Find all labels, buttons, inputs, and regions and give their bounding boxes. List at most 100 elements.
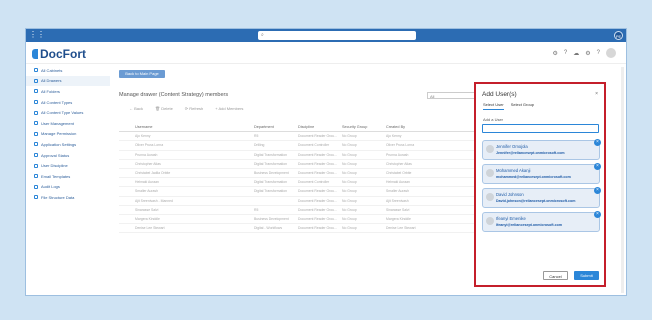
table-row[interactable]: Ajit Sreenivash - Manned Document Reader …: [119, 197, 476, 206]
table-row[interactable]: Smaller Aurash Digital Transformation Docu…: [119, 187, 476, 197]
back-action[interactable]: ← Back: [129, 106, 143, 111]
dialog-tabs: Select User Select Group: [483, 102, 534, 110]
table-cell: Helmaki Auraan: [386, 180, 410, 185]
sidebar-item-audit-logs[interactable]: Audit Logs: [26, 182, 110, 193]
user-email: mohammed@reliancesept.onmicrosoft.com: [496, 175, 571, 179]
header-icons: ⚙ ? ☁ ⚙ ?: [553, 48, 616, 58]
user-name: Jennifer Omojola: [496, 144, 528, 149]
table-cell: No Group: [342, 152, 357, 157]
table-cell: No Group: [342, 134, 357, 139]
main-content: Back to Main Page Manage drawer (Content…: [116, 65, 476, 295]
table-cell: Smaller Aurash: [386, 189, 409, 194]
submit-button[interactable]: Submit: [574, 271, 599, 280]
table-cell: No Group: [342, 198, 357, 203]
table-row[interactable]: Sinarasse Salvi R5 Document Reader Grou...…: [119, 206, 476, 215]
col-header-created-by[interactable]: Created By: [386, 125, 436, 129]
table-row[interactable]: Ajo Kenny R5 Document Reader Grou... No Gro…: [119, 132, 476, 142]
remove-user-icon[interactable]: ×: [594, 211, 601, 218]
sidebar-item-permission[interactable]: Manage Permission: [26, 129, 110, 140]
people-icon: [34, 163, 38, 168]
user-card: Ifeanyi Emenike Ifeanyi@reliancesept.onm…: [482, 211, 601, 232]
scrollbar[interactable]: [621, 67, 624, 293]
table-cell: R5: [254, 134, 259, 139]
remove-user-icon[interactable]: ×: [594, 163, 601, 170]
settings-icon[interactable]: ⚙: [553, 50, 558, 57]
sidebar-item-user-management[interactable]: User Management: [26, 118, 110, 129]
sidebar-item-approval-status[interactable]: Approval Status: [26, 150, 110, 161]
user-name: Mohammed Akanji: [496, 168, 531, 173]
user-email: Ifeanyi@reliancesept.onmicrosoft.com: [496, 223, 563, 227]
avatar[interactable]: [606, 48, 616, 58]
table-cell: Document Reader Grou...: [298, 134, 337, 139]
back-to-main-button[interactable]: Back to Main Page: [119, 70, 165, 78]
user-icon: [34, 121, 38, 126]
refresh-action[interactable]: ⟳ Refresh: [185, 106, 203, 111]
table-cell: Ajit Sreenivash - Manned: [135, 198, 173, 203]
table-cell: Digital Transformation: [254, 152, 287, 157]
table-row[interactable]: Prunna Aurash Digital Transformation Docum…: [119, 151, 476, 160]
sidebar-item-content-types[interactable]: All Content Types: [26, 97, 110, 108]
user-card: Jennifer Omojola Jennifer@reliancesept.o…: [482, 139, 601, 160]
avatar: [486, 169, 494, 177]
table-row[interactable]: Margera Kinddle Business Development Docum…: [119, 215, 476, 225]
remove-user-icon[interactable]: ×: [594, 139, 601, 146]
cancel-button[interactable]: Cancel: [543, 271, 568, 280]
table-cell: No Group: [342, 207, 357, 212]
sidebar-item-content-type-values[interactable]: All Content Type Values: [26, 107, 110, 118]
table-cell: Oliver Pruss Lorna: [386, 143, 415, 148]
table-row[interactable]: Helmaki Auraan Digital Transformation Docu…: [119, 178, 476, 188]
file-icon: [34, 195, 38, 200]
add-user-input[interactable]: [482, 124, 599, 133]
help-icon[interactable]: ?: [564, 50, 567, 56]
profile-badge[interactable]: PE: [614, 31, 623, 40]
table-cell: Oliver Pruss Lorna: [135, 143, 164, 148]
table-cell: No Group: [342, 216, 357, 221]
delete-action[interactable]: 🗑 Delete: [155, 106, 173, 111]
sidebar-item-folders[interactable]: All Folders: [26, 86, 110, 97]
search-icon: ⌕: [261, 32, 264, 38]
col-header-username[interactable]: Username: [119, 125, 254, 129]
table-row[interactable]: Christabel Jadila Orbite Business Develop…: [119, 169, 476, 179]
sidebar-item-cabinets[interactable]: All Cabinets: [26, 65, 110, 76]
table-cell: R5: [254, 207, 259, 212]
close-icon[interactable]: ×: [595, 91, 598, 97]
list-icon: [34, 110, 38, 115]
table-cell: Christopher Atlas: [135, 161, 161, 166]
sidebar-item-drawers[interactable]: All Drawers: [26, 75, 110, 87]
sidebar-item-user-discipline[interactable]: User Discipline: [26, 160, 110, 171]
table-header: Username Department Discipline Security …: [119, 123, 476, 133]
tab-select-user[interactable]: Select User: [483, 102, 504, 110]
table-cell: Drilling: [254, 143, 265, 148]
col-header-discipline[interactable]: Discipline: [298, 125, 342, 129]
cloud-icon[interactable]: ☁: [573, 50, 579, 57]
filter-select[interactable]: All: [427, 92, 476, 99]
sidebar-item-label: Approval Status: [41, 152, 70, 158]
sidebar-item-label: All Drawers: [41, 78, 62, 84]
folder-icon: [34, 89, 38, 94]
table-cell: Digital Transformation: [254, 189, 287, 194]
table-cell: Document Reader Grou...: [298, 226, 337, 231]
table-cell: No Group: [342, 161, 357, 166]
table-row[interactable]: Denise Lee Stewart Digital - Workflows Doc…: [119, 224, 476, 234]
top-bar: ⋮⋮ ⌕ PE: [26, 29, 626, 42]
col-header-department[interactable]: Department: [254, 125, 298, 129]
sidebar-item-email-templates[interactable]: Email Templates: [26, 171, 110, 182]
table-row[interactable]: Oliver Pruss Lorna Drilling Document Contr…: [119, 141, 476, 151]
col-header-security-group[interactable]: Security Group: [342, 125, 386, 129]
logo-mark-icon: [32, 49, 38, 59]
table-cell: Digital Transformation: [254, 180, 287, 185]
content-type-icon: [34, 100, 38, 105]
user-card: Mohammed Akanji mohammed@reliancesept.on…: [482, 163, 601, 184]
table-cell: Document Reader Grou...: [298, 198, 337, 203]
remove-user-icon[interactable]: ×: [594, 187, 601, 194]
table-row[interactable]: Christopher Atlas Digital Transformation D…: [119, 160, 476, 169]
question-icon[interactable]: ?: [597, 50, 600, 56]
sidebar-item-file-structure[interactable]: File Structure Data: [26, 192, 110, 203]
sidebar-item-app-settings[interactable]: Application Settings: [26, 139, 110, 150]
search-box[interactable]: ⌕: [258, 31, 416, 40]
gear-icon[interactable]: ⚙: [585, 50, 590, 57]
table-cell: Margera Kinddle: [135, 216, 160, 221]
add-members-action[interactable]: + Add Members: [215, 106, 243, 111]
tab-select-group[interactable]: Select Group: [511, 102, 534, 110]
app-launcher-icon[interactable]: ⋮⋮: [29, 31, 45, 39]
